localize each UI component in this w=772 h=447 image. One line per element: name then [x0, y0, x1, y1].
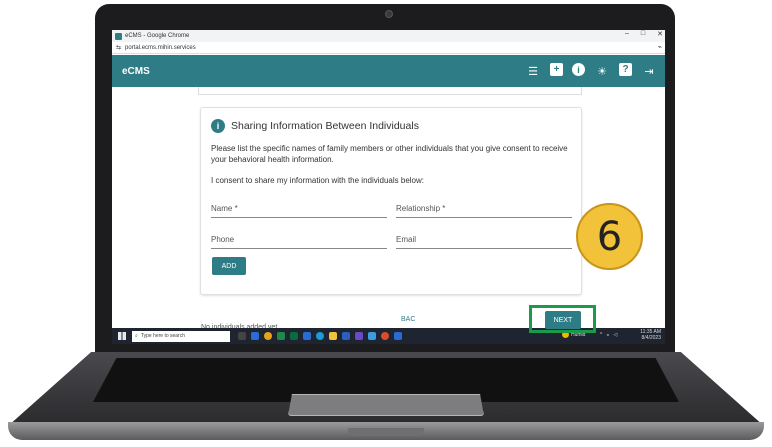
maximize-button[interactable]: □	[641, 30, 645, 38]
card-description: Please list the specific names of family…	[211, 144, 568, 164]
add-box-icon[interactable]: +	[550, 63, 563, 76]
windows-start-icon[interactable]	[118, 332, 126, 340]
site-info-icon[interactable]: ⇆	[116, 44, 121, 51]
brightness-icon[interactable]: ☀	[594, 63, 610, 79]
card-header: i Sharing Information Between Individual…	[211, 119, 419, 133]
info-icon[interactable]: i	[572, 63, 585, 76]
laptop-notch	[348, 428, 424, 436]
name-label: Name *	[211, 204, 238, 213]
chrome-icon[interactable]	[264, 332, 272, 340]
consent-text: I consent to share my information with t…	[211, 176, 424, 185]
webcam	[385, 10, 393, 18]
app-header: eCMS ☰ + i ☀ ? ⇥	[112, 55, 665, 87]
email-field[interactable]: Email	[396, 235, 572, 249]
taskbar-search[interactable]: ⌕ Type here to search	[132, 330, 230, 342]
relationship-label: Relationship *	[396, 204, 446, 213]
address-bar[interactable]: ⇆ portal.ecms.mihin.services ⌁	[112, 42, 665, 54]
excel-icon[interactable]	[290, 332, 298, 340]
card-title: Sharing Information Between Individuals	[231, 120, 419, 132]
app-brand[interactable]: eCMS	[122, 66, 150, 77]
step-badge: 6	[576, 203, 643, 270]
clock[interactable]: 11:35 AM 8/4/2023	[640, 329, 661, 341]
app-favicon-icon	[115, 32, 122, 40]
logout-icon[interactable]: ⇥	[641, 63, 657, 79]
previous-card	[198, 87, 582, 95]
trackpad	[288, 394, 484, 416]
next-highlight-box	[529, 305, 596, 333]
app-icon[interactable]	[355, 332, 363, 340]
clock-date: 8/4/2023	[641, 335, 661, 341]
system-tray: ^ ◒ ◁	[600, 332, 617, 338]
app-icon[interactable]	[381, 332, 389, 340]
volume-icon[interactable]: ◁	[613, 332, 617, 338]
phone-field[interactable]: Phone	[211, 235, 387, 249]
taskbar-apps	[238, 332, 402, 340]
email-label: Email	[396, 235, 417, 244]
outlook-icon[interactable]	[303, 332, 311, 340]
edge-icon[interactable]	[316, 332, 324, 340]
minimize-button[interactable]: –	[625, 30, 629, 38]
sharing-info-card: i Sharing Information Between Individual…	[200, 107, 582, 295]
info-icon: i	[211, 119, 225, 133]
word-icon[interactable]	[342, 332, 350, 340]
search-icon: ⌕	[135, 333, 138, 339]
laptop-screen: eCMS - Google Chrome – □ ✕ ⇆ portal.ecms…	[112, 30, 665, 344]
window-controls: – □ ✕	[625, 30, 663, 38]
extension-icon[interactable]: ⌁	[658, 43, 662, 51]
window-title: eCMS - Google Chrome	[125, 33, 190, 39]
file-explorer-icon[interactable]	[329, 332, 337, 340]
header-actions: ☰ + i ☀ ? ⇥	[525, 63, 657, 79]
close-button[interactable]: ✕	[657, 30, 663, 38]
browser-titlebar: eCMS - Google Chrome – □ ✕	[112, 30, 665, 42]
help-icon[interactable]: ?	[619, 63, 632, 76]
back-button[interactable]: BAC	[401, 316, 415, 323]
laptop-scene: eCMS - Google Chrome – □ ✕ ⇆ portal.ecms…	[0, 0, 772, 447]
laptop-base	[8, 352, 764, 442]
task-view-icon[interactable]	[238, 332, 246, 340]
chevron-up-icon[interactable]: ^	[600, 332, 602, 338]
relationship-field[interactable]: Relationship *	[396, 204, 572, 218]
app-icon[interactable]	[368, 332, 376, 340]
name-field[interactable]: Name *	[211, 204, 387, 218]
list-icon[interactable]: ☰	[525, 63, 541, 79]
app-icon[interactable]	[251, 332, 259, 340]
app-icon[interactable]	[394, 332, 402, 340]
main-content: i Sharing Information Between Individual…	[112, 87, 665, 331]
phone-label: Phone	[211, 235, 235, 244]
app-icon[interactable]	[277, 332, 285, 340]
network-icon[interactable]: ◒	[606, 332, 609, 338]
url-text[interactable]: portal.ecms.mihin.services	[125, 45, 196, 51]
search-placeholder: Type here to search	[140, 333, 186, 339]
add-button[interactable]: ADD	[212, 257, 246, 275]
